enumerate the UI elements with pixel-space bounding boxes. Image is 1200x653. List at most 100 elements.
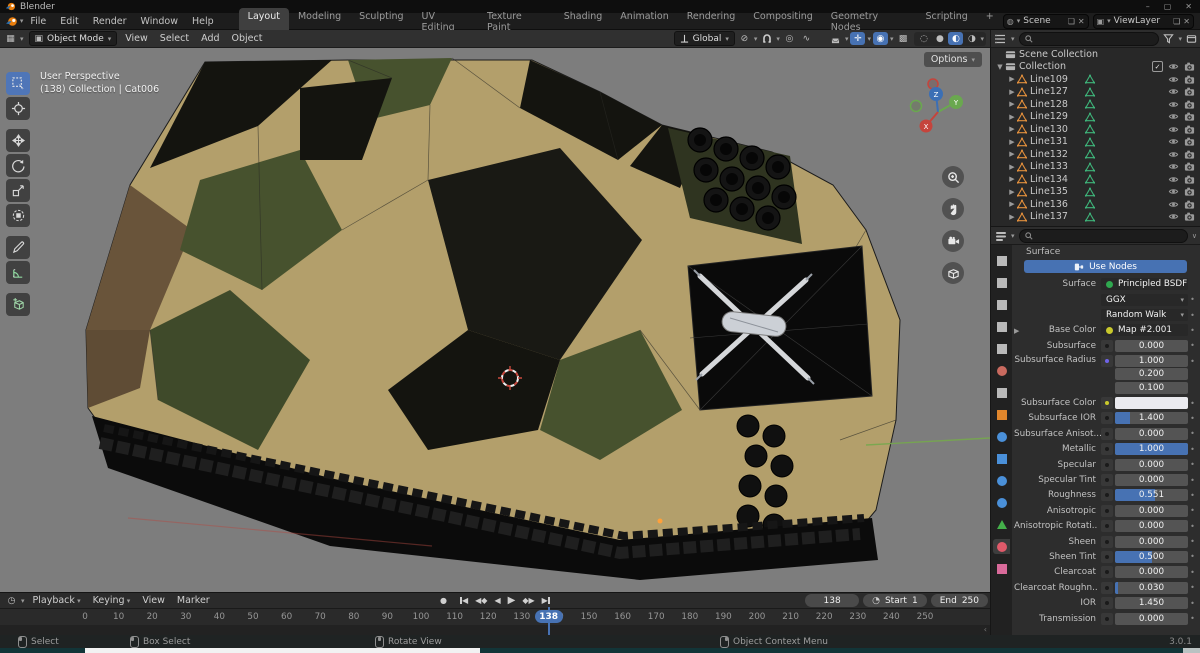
navigation-gizmo[interactable]: Z Y X: [906, 76, 970, 140]
decorator-dot[interactable]: •: [1188, 537, 1197, 546]
color-swatch[interactable]: [1115, 397, 1188, 410]
jump-to-start-icon[interactable]: ◀: [458, 595, 470, 606]
object-name[interactable]: Line134: [1030, 174, 1068, 185]
value-field[interactable]: 0.100: [1115, 381, 1188, 394]
proportional-falloff-icon[interactable]: ∿: [799, 32, 814, 45]
object-name[interactable]: Line128: [1030, 99, 1068, 110]
object-name[interactable]: Line127: [1030, 86, 1068, 97]
animate-dot-button[interactable]: [1101, 354, 1113, 367]
decorator-dot[interactable]: •: [1188, 311, 1197, 320]
decorator-dot[interactable]: •: [1188, 460, 1197, 469]
menu-edit[interactable]: Edit: [53, 14, 85, 29]
value-slider[interactable]: 0.551: [1115, 489, 1188, 502]
camera-render-icon[interactable]: [1184, 149, 1195, 160]
timeline-editor-icon[interactable]: ◷: [4, 594, 19, 607]
viewport-3d[interactable]: ▦ ▾ ▣ Object Mode ▾ View Select Add Object …: [0, 30, 990, 592]
menu-window[interactable]: Window: [134, 14, 185, 29]
camera-render-icon[interactable]: [1184, 211, 1195, 222]
camera-render-icon[interactable]: [1184, 124, 1195, 135]
decorator-dot[interactable]: •: [1188, 429, 1197, 438]
zoom-icon[interactable]: [942, 166, 964, 188]
disclosure-icon[interactable]: ▶: [1007, 100, 1017, 108]
expand-arrow-icon[interactable]: ▶: [1014, 327, 1019, 335]
viewport-menu-select[interactable]: Select: [154, 32, 195, 45]
camera-render-icon[interactable]: [1184, 86, 1195, 97]
next-keyframe-icon[interactable]: ◆▶: [520, 595, 536, 606]
value-slider[interactable]: 0.000: [1115, 339, 1188, 352]
animate-dot-button[interactable]: [1101, 397, 1113, 410]
object-name[interactable]: Line130: [1030, 124, 1068, 135]
camera-render-icon[interactable]: [1184, 186, 1195, 197]
menu-render[interactable]: Render: [86, 14, 134, 29]
end-frame-field[interactable]: End 250: [930, 594, 988, 607]
decorator-dot[interactable]: •: [1188, 599, 1197, 608]
value-slider[interactable]: 0.000: [1115, 474, 1188, 486]
snap-target-icon[interactable]: ⊘: [737, 32, 752, 45]
new-collection-icon[interactable]: [1186, 33, 1197, 44]
value-slider[interactable]: 0.000: [1115, 612, 1188, 625]
viewport-menu-add[interactable]: Add: [195, 32, 225, 45]
camera-view-icon[interactable]: [942, 230, 964, 252]
viewport-canvas[interactable]: User Perspective (138) Collection | Cat0…: [0, 48, 990, 592]
decorator-dot[interactable]: •: [1188, 414, 1197, 423]
eye-icon[interactable]: [1168, 211, 1179, 222]
properties-tab-view-layer[interactable]: [993, 319, 1010, 334]
use-nodes-button[interactable]: Use Nodes: [1024, 260, 1187, 273]
properties-icon[interactable]: [995, 230, 1007, 242]
decorator-dot[interactable]: •: [1188, 552, 1197, 561]
close-button[interactable]: ✕: [1185, 2, 1192, 11]
value-slider[interactable]: 0.000: [1115, 427, 1188, 440]
eye-icon[interactable]: [1168, 199, 1179, 210]
value-field[interactable]: 1.000: [1115, 354, 1188, 367]
previous-keyframe-icon[interactable]: ◀◆: [473, 595, 489, 606]
animate-dot-button[interactable]: [1101, 612, 1113, 625]
shading-solid-icon[interactable]: ●: [932, 32, 947, 45]
disclosure-icon[interactable]: ▶: [1007, 200, 1017, 208]
tool-scale[interactable]: [6, 179, 30, 202]
tool-measure[interactable]: [6, 261, 30, 284]
play-icon[interactable]: ▶: [506, 594, 518, 607]
animate-dot-button[interactable]: [1101, 443, 1113, 456]
disclosure-icon[interactable]: ▶: [1007, 213, 1017, 221]
xray-toggle-icon[interactable]: ▩: [895, 32, 910, 45]
properties-tab-output[interactable]: [993, 297, 1010, 312]
animate-dot-button[interactable]: [1101, 474, 1113, 486]
properties-tab-object[interactable]: [993, 407, 1010, 422]
tool-cursor[interactable]: [6, 97, 30, 120]
timeline-menu-view[interactable]: View: [136, 594, 171, 607]
value-slider[interactable]: 0.500: [1115, 550, 1188, 563]
properties-tab-particles[interactable]: [993, 451, 1010, 466]
disclosure-icon[interactable]: ▶: [1007, 188, 1017, 196]
timeline-menu-keying[interactable]: Keying ▾: [87, 594, 137, 607]
disclosure-icon[interactable]: ▶: [1007, 75, 1017, 83]
outliner-row-line129[interactable]: ▶ Line129: [991, 111, 1200, 124]
properties-search[interactable]: [1018, 228, 1188, 243]
value-slider[interactable]: 0.000: [1115, 458, 1188, 471]
eye-icon[interactable]: [1168, 99, 1179, 110]
eye-icon[interactable]: [1168, 74, 1179, 85]
outliner-row-line135[interactable]: ▶ Line135: [991, 186, 1200, 199]
scene-selector[interactable]: ◍ ▾ Scene ❏ ✕: [1002, 13, 1089, 29]
play-reverse-icon[interactable]: ◀: [492, 595, 502, 606]
magnet-snap-icon[interactable]: [759, 32, 774, 45]
decorator-dot[interactable]: •: [1188, 445, 1197, 454]
pan-hand-icon[interactable]: [942, 198, 964, 220]
decorator-dot[interactable]: •: [1188, 476, 1197, 485]
outliner-row-scene-collection[interactable]: Scene Collection: [991, 48, 1200, 61]
value-slider[interactable]: 0.000: [1115, 566, 1188, 579]
decorator-dot[interactable]: •: [1188, 568, 1197, 577]
outliner-search[interactable]: [1018, 31, 1160, 46]
properties-tab-world[interactable]: [993, 363, 1010, 378]
properties-tab-collection[interactable]: [993, 385, 1010, 400]
socket-field[interactable]: Map #2.001: [1101, 324, 1188, 337]
outliner-row-line133[interactable]: ▶ Line133: [991, 161, 1200, 174]
camera-render-icon[interactable]: [1184, 111, 1195, 122]
gizmos-toggle-icon[interactable]: ✛: [850, 32, 866, 45]
decorator-dot[interactable]: •: [1188, 399, 1197, 408]
properties-tab-material[interactable]: [993, 539, 1010, 554]
tool-transform[interactable]: [6, 204, 30, 227]
animate-dot-button[interactable]: [1101, 566, 1113, 579]
model-mlrs-vehicle[interactable]: [0, 48, 990, 592]
viewport-menu-view[interactable]: View: [119, 32, 154, 45]
eye-icon[interactable]: [1168, 174, 1179, 185]
